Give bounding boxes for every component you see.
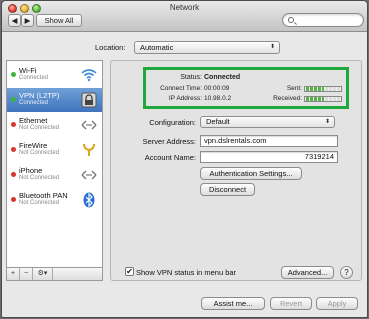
help-button[interactable]: ?	[340, 266, 353, 279]
lock-icon	[80, 91, 98, 109]
window-title: Network	[169, 3, 200, 12]
service-status: Not Connected	[19, 200, 60, 206]
service-status: Not Connected	[19, 175, 60, 181]
search-input[interactable]	[282, 13, 364, 27]
status-label: Status:	[180, 74, 202, 81]
service-item-firewire[interactable]: FireWire Not Connected	[7, 138, 102, 162]
account-name-label: Account Name:	[144, 153, 196, 162]
service-item-ethernet[interactable]: Ethernet Not Connected	[7, 113, 102, 137]
service-action-menu[interactable]: ⚙▾	[33, 268, 53, 280]
received-label: Received:	[273, 95, 302, 102]
sent-meter	[304, 86, 342, 92]
disconnect-button[interactable]: Disconnect	[200, 183, 255, 196]
status-dot-disconnected	[11, 197, 16, 202]
location-select[interactable]: Automatic ⬍	[134, 41, 280, 54]
service-status: Connected	[19, 100, 49, 106]
status-dot-disconnected	[11, 172, 16, 177]
service-name: FireWire	[19, 141, 48, 150]
status-dot-disconnected	[11, 122, 16, 127]
authentication-settings-button[interactable]: Authentication Settings...	[200, 167, 302, 180]
service-status: Not Connected	[19, 125, 60, 131]
connect-time-label: Connect Time:	[160, 85, 202, 92]
account-name-field[interactable]: 7319214	[200, 151, 338, 163]
status-dot-connected	[11, 72, 16, 77]
apply-button[interactable]: Apply	[316, 297, 358, 310]
service-list-toolbar: + − ⚙▾	[6, 268, 103, 281]
remove-service-button[interactable]: −	[20, 268, 33, 280]
forward-button[interactable]: ▶	[21, 14, 34, 27]
service-name: Bluetooth PAN	[19, 191, 68, 200]
service-name: iPhone	[19, 166, 43, 175]
configuration-label: Configuration:	[149, 118, 196, 127]
status-dot-connected	[11, 97, 16, 102]
service-name: VPN (L2TP)	[19, 91, 60, 100]
service-item-wifi[interactable]: Wi-Fi Connected	[7, 63, 102, 87]
ip-address-label: IP Address:	[168, 95, 202, 102]
iphone-icon	[80, 166, 98, 184]
firewire-icon	[80, 141, 98, 159]
service-list: Wi-Fi Connected VPN (L2TP) Connected Eth…	[6, 60, 103, 268]
add-service-button[interactable]: +	[7, 268, 20, 280]
select-arrows-icon: ⬍	[324, 119, 330, 125]
sent-label: Sent:	[286, 85, 302, 92]
revert-button[interactable]: Revert	[270, 297, 312, 310]
connect-time-value: 00:00:09	[204, 85, 230, 92]
service-item-vpn-l2tp[interactable]: VPN (L2TP) Connected	[7, 88, 102, 112]
server-address-label: Server Address:	[142, 137, 196, 146]
wifi-icon	[80, 66, 98, 84]
back-button[interactable]: ◀	[8, 14, 21, 27]
location-value: Automatic	[140, 43, 174, 52]
received-meter	[304, 96, 342, 102]
search-icon	[288, 17, 294, 23]
select-arrows-icon: ⬍	[269, 44, 275, 50]
ip-address-value: 10.98.0.2	[204, 95, 232, 102]
show-all-button[interactable]: Show All	[36, 14, 82, 27]
show-vpn-status-label: Show VPN status in menu bar	[136, 268, 237, 277]
show-vpn-status-checkbox[interactable]: ✔	[125, 267, 134, 276]
location-label: Location:	[95, 43, 126, 52]
service-item-iphone[interactable]: iPhone Not Connected	[7, 163, 102, 187]
service-name: Wi-Fi	[19, 66, 37, 75]
advanced-button[interactable]: Advanced...	[281, 266, 334, 279]
title-bar: Network ◀ ▶ Show All	[2, 1, 367, 32]
configuration-value: Default	[206, 117, 230, 126]
status-dot-disconnected	[11, 147, 16, 152]
service-status: Not Connected	[19, 150, 60, 156]
status-value: Connected	[204, 74, 241, 81]
status-highlight-box: Status: Connected Connect Time: 00:00:09…	[143, 67, 349, 109]
configuration-select[interactable]: Default ⬍	[200, 116, 335, 128]
service-item-bluetooth-pan[interactable]: Bluetooth PAN Not Connected	[7, 188, 102, 212]
assist-me-button[interactable]: Assist me...	[201, 297, 265, 310]
bluetooth-icon	[80, 191, 98, 209]
ethernet-icon	[80, 116, 98, 134]
service-name: Ethernet	[19, 116, 48, 125]
service-status: Connected	[19, 75, 49, 81]
server-address-field[interactable]: vpn.dslrentals.com	[200, 135, 338, 147]
